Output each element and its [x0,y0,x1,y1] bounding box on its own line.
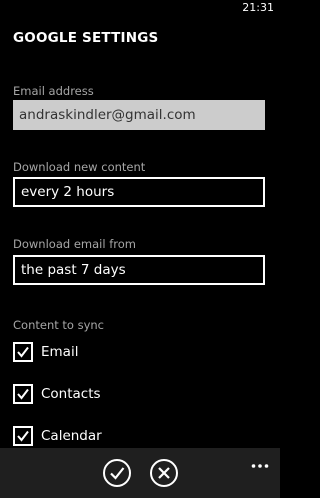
check-icon [103,459,131,487]
sync-contacts-row[interactable]: Contacts [13,383,101,405]
contacts-checkbox-label: Contacts [41,386,101,402]
save-button[interactable] [102,458,132,488]
app-bar [0,448,280,498]
calendar-checkbox-label: Calendar [41,428,102,444]
email-field: andraskindler@gmail.com [13,100,265,130]
status-bar: 21:31 [0,0,280,16]
sync-calendar-row[interactable]: Calendar [13,425,102,447]
email-checkbox-label: Email [41,344,79,360]
checkmark-icon [17,346,29,358]
sync-email-row[interactable]: Email [13,341,78,363]
cancel-button[interactable] [149,458,179,488]
sync-section-label: Content to sync [13,318,105,332]
checkmark-icon [17,430,29,442]
download-content-label: Download new content [13,160,146,174]
more-icon [251,464,269,468]
download-from-label: Download email from [13,237,136,251]
download-content-select[interactable]: every 2 hours [13,177,265,207]
status-time: 21:31 [242,1,274,14]
page-title: GOOGLE SETTINGS [13,30,159,46]
contacts-checkbox[interactable] [13,384,33,404]
email-checkbox[interactable] [13,342,33,362]
more-button[interactable] [251,454,269,468]
checkmark-icon [17,388,29,400]
calendar-checkbox[interactable] [13,426,33,446]
close-icon [150,459,178,487]
email-label: Email address [13,84,94,98]
download-from-select[interactable]: the past 7 days [13,255,265,285]
